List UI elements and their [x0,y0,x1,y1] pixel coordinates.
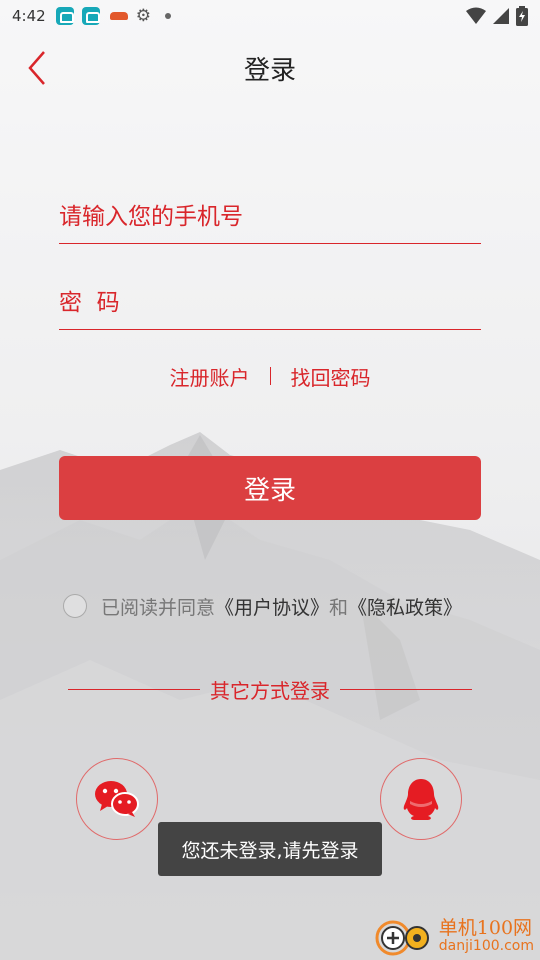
status-time: 4:42 [12,7,46,25]
battery-icon [516,6,528,26]
qq-icon [403,779,439,820]
page-title: 登录 [243,56,296,86]
agreement-checkbox[interactable] [63,594,87,618]
gear-icon: ⚙ [135,6,151,26]
wifi-icon [466,7,486,24]
login-button[interactable]: 登录 [59,456,481,520]
wechat-icon [95,781,139,817]
agreement-prefix: 已阅读并同意 [101,596,216,619]
watermark-text-cn: 单机100网 [438,917,533,939]
toast-message: 您还未登录,请先登录 [158,822,382,876]
password-field [59,270,481,330]
link-separator [269,367,271,385]
watermark: 单机100网 danji100.com [371,914,534,958]
car-icon [109,12,128,20]
privacy-policy-link[interactable]: 《隐私政策》 [348,593,462,620]
app-icon [81,7,100,25]
user-agreement-link[interactable]: 《用户协议》 [215,593,329,620]
phone-input[interactable] [59,184,481,243]
phone-field [59,184,481,244]
other-login-label: 其它方式登录 [210,678,330,703]
other-login-divider: 其它方式登录 [68,676,472,703]
divider-line [68,688,200,690]
account-links: 注册账户 找回密码 [0,360,540,392]
watermark-logo-icon [375,920,429,956]
header: 登录 [0,36,540,96]
status-indicators [466,6,528,26]
signal-icon [493,8,509,24]
app-icon [55,7,74,25]
agreement-row: 已阅读并同意 《用户协议》 和 《隐私政策》 [63,592,462,620]
password-input[interactable] [59,270,481,329]
divider-line [340,688,472,690]
agreement-and: 和 [329,596,349,619]
qq-login-button[interactable] [380,758,462,840]
register-link[interactable]: 注册账户 [170,362,250,391]
status-bar: 4:42 ⚙ [0,0,540,32]
dot-icon [164,13,171,19]
wechat-login-button[interactable] [76,758,158,840]
watermark-text-en: danji100.com [438,938,534,954]
forgot-password-link[interactable]: 找回密码 [291,362,371,391]
